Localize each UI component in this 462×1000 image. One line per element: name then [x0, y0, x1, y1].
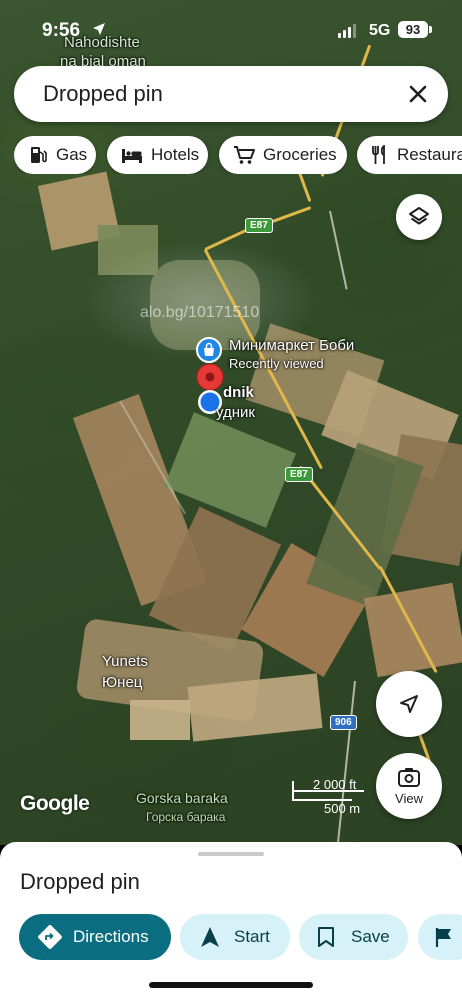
chip-label: Groceries — [263, 145, 337, 164]
sheet-title: Dropped pin — [20, 869, 140, 894]
scale-feet: 2 000 ft — [313, 777, 357, 792]
battery-icon: 93 — [398, 21, 428, 38]
restaurant-icon — [372, 145, 385, 164]
status-time: 9:56 — [42, 20, 81, 41]
village-label-latin[interactable]: dnik — [223, 384, 254, 401]
view-label: View — [395, 790, 423, 806]
category-chips: Gas Hotels Groceries Restaurants — [14, 136, 462, 174]
network-type: 5G — [369, 22, 391, 39]
yunets-label-cyrillic: Юнец — [102, 674, 143, 691]
chip-label: Gas — [56, 145, 88, 164]
home-indicator — [149, 982, 313, 988]
road-shield-e87: E87 — [245, 218, 273, 233]
layers-icon — [409, 207, 429, 225]
road-shield-906: 906 — [330, 715, 357, 730]
gorska-label-cyrillic: Горска барака — [146, 810, 226, 824]
poi-name[interactable]: Минимаркет Боби — [229, 337, 354, 354]
chip-label: Hotels — [151, 145, 200, 164]
shopping-bag-icon — [196, 337, 222, 363]
bookmark-icon — [318, 927, 334, 947]
flag-icon — [435, 928, 451, 947]
bed-icon — [122, 149, 142, 163]
chip-groceries[interactable]: Groceries — [219, 136, 347, 174]
battery-tip — [429, 26, 432, 33]
save-button[interactable]: Save — [299, 914, 408, 960]
directions-label: Directions — [73, 927, 149, 946]
map-scale: 2 000 ft 500 m — [292, 777, 372, 817]
close-icon[interactable] — [402, 78, 434, 110]
google-logo: Google — [20, 792, 90, 815]
sheet-drag-handle[interactable] — [198, 852, 264, 856]
directions-icon — [38, 925, 62, 949]
start-label: Start — [234, 927, 270, 946]
village-label-cyrillic: удник — [216, 404, 255, 421]
my-location-button[interactable] — [376, 671, 442, 737]
save-label: Save — [351, 927, 390, 946]
chip-restaurants[interactable]: Restaurants — [357, 136, 462, 174]
label-button[interactable] — [418, 914, 462, 960]
scale-meters: 500 m — [324, 801, 361, 816]
search-input[interactable]: Dropped pin — [43, 81, 163, 107]
street-view-button[interactable]: View — [376, 753, 442, 819]
cart-icon — [234, 146, 255, 164]
location-arrow-icon — [93, 23, 105, 35]
map-field — [130, 700, 190, 740]
chip-gas[interactable]: Gas — [14, 136, 96, 174]
yunets-label-latin[interactable]: Yunets — [102, 653, 148, 670]
place-sheet[interactable]: Dropped pin Directions Start Save — [0, 842, 462, 1000]
gorska-label-latin[interactable]: Gorska baraka — [136, 790, 228, 806]
navigation-icon — [201, 927, 219, 947]
local-road — [329, 210, 348, 290]
navigation-arrow-icon — [400, 695, 418, 713]
status-bar: 9:56 5G 93 — [0, 0, 462, 60]
camera-rotate-icon — [398, 767, 420, 787]
road-906 — [336, 680, 356, 845]
start-button[interactable]: Start — [180, 914, 290, 960]
watermark: alo.bg/10171510 — [140, 304, 260, 321]
signal-icon — [338, 24, 356, 38]
road-shield-e87: E87 — [285, 467, 313, 482]
poi-subtitle: Recently viewed — [229, 356, 324, 371]
directions-button[interactable]: Directions — [19, 914, 171, 960]
search-bar[interactable]: Dropped pin — [14, 66, 448, 122]
chip-hotels[interactable]: Hotels — [107, 136, 208, 174]
action-buttons: Directions Start Save — [0, 914, 462, 962]
map-view[interactable]: E87 E87 906 Nahodishte na bial oman alo.… — [0, 0, 462, 845]
chip-label: Restaurants — [397, 145, 462, 164]
layers-button[interactable] — [396, 194, 442, 240]
gas-station-icon — [31, 147, 47, 163]
